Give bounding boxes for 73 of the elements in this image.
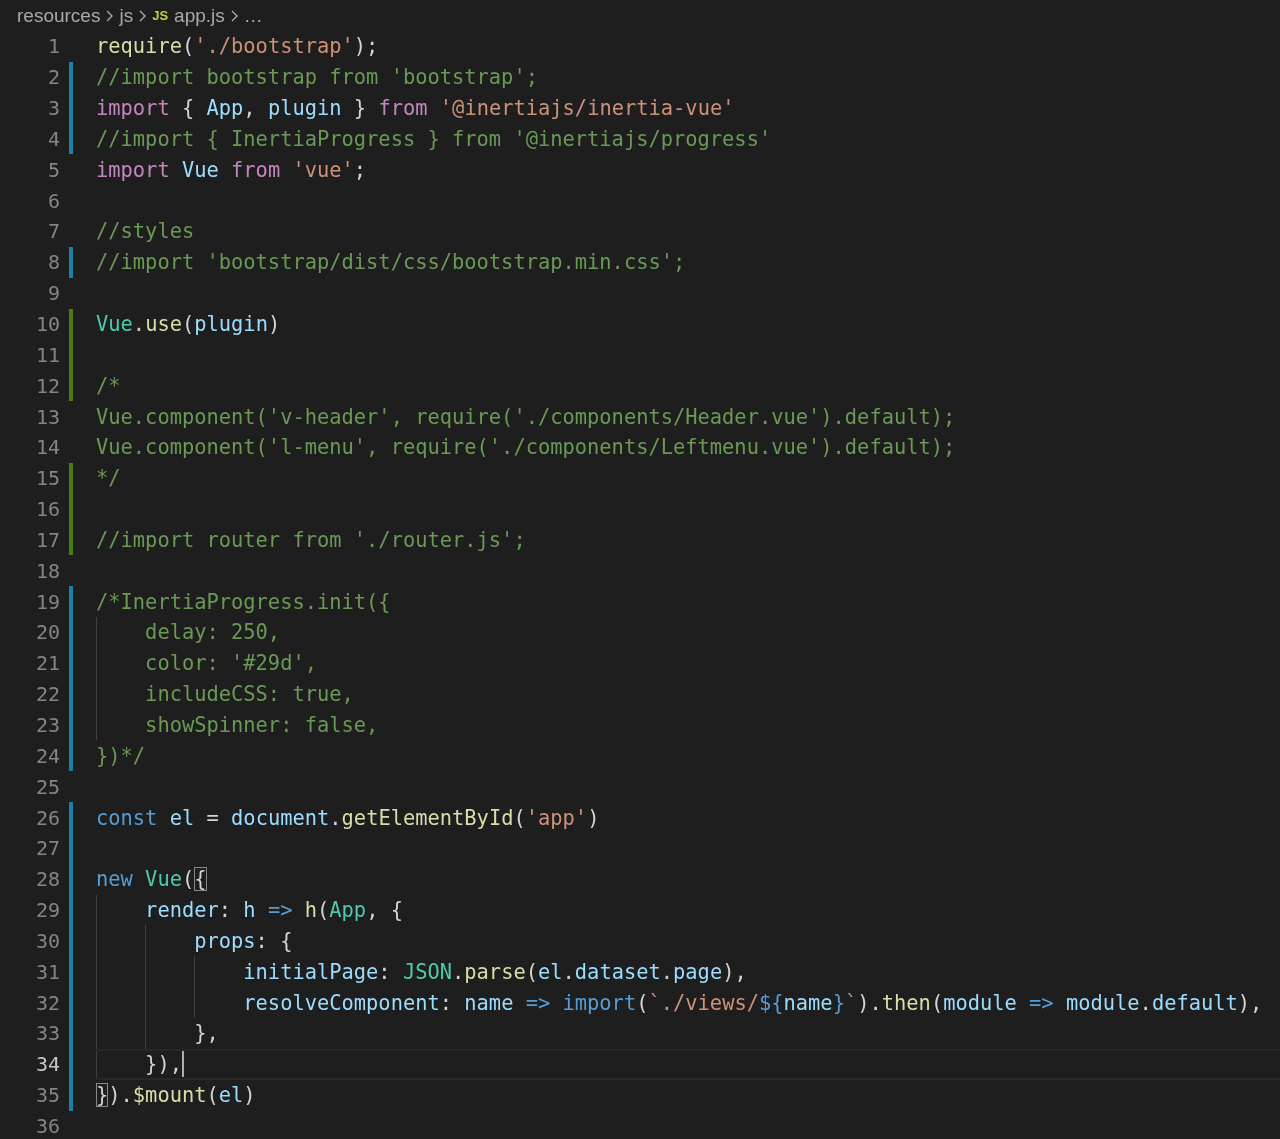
code-line: //import bootstrap from 'bootstrap'; bbox=[96, 65, 538, 90]
code-line: showSpinner: false, bbox=[144, 713, 379, 737]
line-number: 13 bbox=[34, 404, 60, 429]
code-line: })*/ bbox=[96, 743, 146, 768]
code-line: }), bbox=[144, 1052, 182, 1077]
line-number: 14 bbox=[34, 435, 60, 460]
code-line: //import router from './router.js'; bbox=[96, 527, 526, 552]
code-line: import { App, plugin } from '@inertiajs/inertia-vue' bbox=[96, 96, 735, 121]
line-number: 21 bbox=[34, 651, 60, 676]
line-number: 20 bbox=[34, 620, 60, 645]
line-number: 12 bbox=[34, 373, 60, 398]
code-line: }, bbox=[193, 1021, 219, 1046]
breadcrumb-item[interactable]: resources bbox=[17, 4, 101, 27]
code-line: import Vue from 'vue'; bbox=[96, 157, 367, 182]
line-number: 8 bbox=[46, 250, 60, 275]
breadcrumb-item[interactable]: js bbox=[119, 4, 134, 27]
line-number: 31 bbox=[34, 959, 60, 984]
line-number: 25 bbox=[34, 774, 60, 799]
line-number: 33 bbox=[34, 1021, 60, 1046]
code-line: initialPage: JSON.parse(el.dataset.page), bbox=[242, 959, 747, 984]
line-number: 30 bbox=[34, 928, 60, 953]
line-number: 36 bbox=[34, 1113, 60, 1138]
code-line: includeCSS: true, bbox=[144, 682, 354, 707]
code-line: delay: 250, bbox=[144, 620, 281, 645]
code-line: new Vue({ bbox=[96, 867, 207, 892]
code-line: /* bbox=[96, 373, 121, 398]
line-number: 26 bbox=[34, 805, 60, 830]
code-line: resolveComponent: name => import(`./views/${name}`).then(module => module.default), bbox=[242, 990, 1263, 1015]
line-number: 28 bbox=[34, 867, 60, 892]
code-line: Vue.component('v-header', require('./components/Header.vue').default); bbox=[96, 404, 956, 429]
line-number: 11 bbox=[34, 342, 60, 367]
line-number: 9 bbox=[46, 281, 60, 306]
line-number: 18 bbox=[34, 558, 60, 583]
line-number: 7 bbox=[46, 219, 60, 244]
line-number: 23 bbox=[34, 713, 60, 737]
code-line: props: { bbox=[193, 928, 293, 953]
code-line: render: h => h(App, { bbox=[144, 898, 403, 923]
code-line: //styles bbox=[96, 219, 195, 244]
line-number: 34 bbox=[34, 1052, 60, 1077]
line-number: 4 bbox=[46, 126, 60, 151]
breadcrumb-item[interactable]: app.js bbox=[174, 4, 225, 27]
line-number: 35 bbox=[34, 1083, 60, 1108]
chevron-right-icon bbox=[229, 8, 239, 23]
line-number: 32 bbox=[34, 990, 60, 1015]
code-line: */ bbox=[96, 466, 121, 491]
line-number: 16 bbox=[34, 497, 60, 522]
line-number: 29 bbox=[34, 898, 60, 923]
line-number: 19 bbox=[34, 589, 60, 614]
line-number: 3 bbox=[46, 96, 60, 121]
breadcrumb-item[interactable]: … bbox=[243, 4, 263, 27]
code-line: require('./bootstrap'); bbox=[96, 34, 379, 59]
code-line: Vue.component('l-menu', require('./components/Leftmenu.vue').default); bbox=[96, 435, 956, 460]
line-number: 5 bbox=[46, 157, 60, 182]
code-line: //import 'bootstrap/dist/css/bootstrap.min.css'; bbox=[96, 250, 686, 275]
line-number: 24 bbox=[34, 743, 60, 768]
line-number: 10 bbox=[34, 312, 60, 336]
line-number: 27 bbox=[34, 836, 60, 861]
javascript-file-icon: JS bbox=[152, 8, 169, 23]
code-line: Vue.use(plugin) bbox=[96, 312, 281, 336]
code-line: }).$mount(el) bbox=[96, 1083, 256, 1108]
code-line: const el = document.getElementById('app') bbox=[96, 805, 600, 830]
code-line: /*InertiaProgress.init({ bbox=[96, 589, 391, 614]
line-number: 6 bbox=[46, 188, 60, 213]
chevron-right-icon bbox=[105, 8, 115, 23]
line-number: 22 bbox=[34, 682, 60, 707]
line-number: 15 bbox=[34, 466, 60, 491]
code-line: //import { InertiaProgress } from '@inertiajs/progress' bbox=[96, 126, 772, 151]
code-line: color: '#29d', bbox=[144, 651, 317, 676]
line-number: 17 bbox=[34, 527, 60, 552]
chevron-right-icon bbox=[138, 8, 148, 23]
text-cursor bbox=[181, 1051, 184, 1078]
line-number: 1 bbox=[46, 34, 60, 59]
line-number: 2 bbox=[46, 65, 60, 90]
